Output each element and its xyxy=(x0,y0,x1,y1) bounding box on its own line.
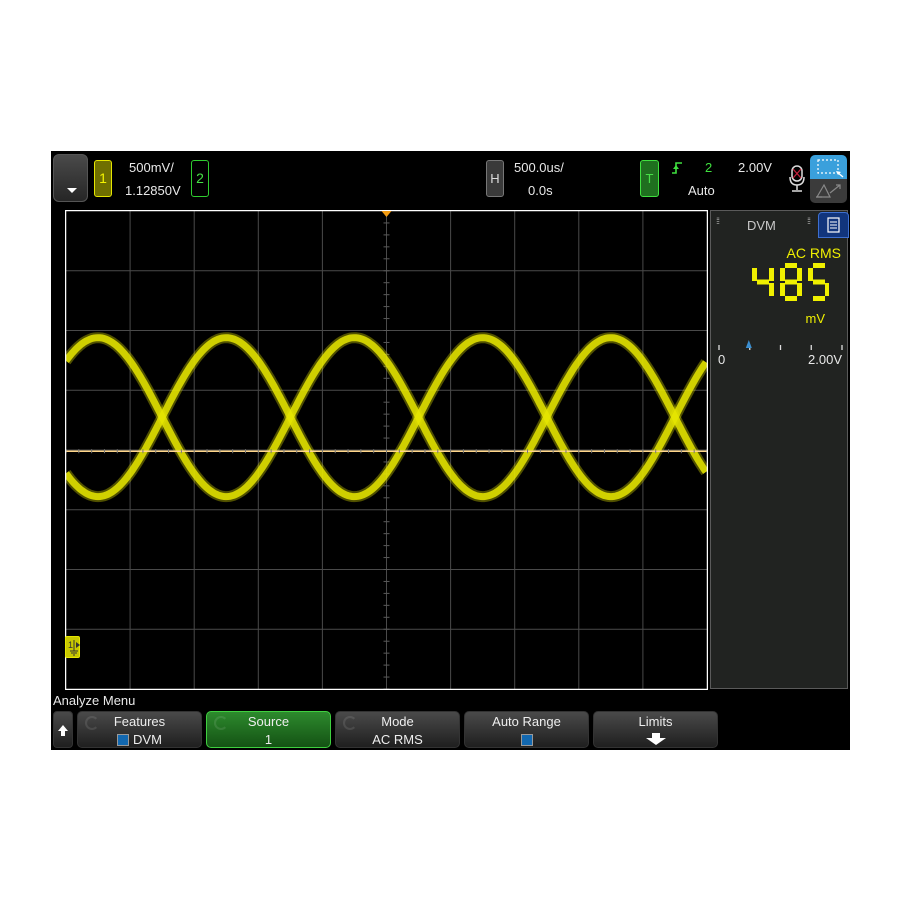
dvm-scale-max: 2.00V xyxy=(808,352,842,367)
drag-handle-icon[interactable]: ⁞⁞ xyxy=(716,217,722,229)
dvm-panel: ⁞⁞ DVM ⁞⁞ AC RMS mV 0 2.00V xyxy=(710,210,848,689)
softkey-label: Auto Range xyxy=(492,714,561,729)
microphone-disabled-icon[interactable] xyxy=(788,165,806,193)
softkey-limits[interactable]: Limits xyxy=(593,711,718,748)
trigger-position-marker xyxy=(381,211,392,217)
gesture-icon xyxy=(815,183,841,198)
softkey-value-text: DVM xyxy=(133,732,162,747)
zoom-box-icon xyxy=(817,159,844,178)
horizontal-scale: 500.0us/ xyxy=(514,160,564,175)
digit-segment xyxy=(808,268,813,281)
digit-segment xyxy=(785,279,797,285)
ground-reference-icon: 1 xyxy=(68,640,80,656)
digit-segment xyxy=(752,268,757,281)
digit-segment xyxy=(785,263,797,268)
digit-segment xyxy=(797,283,802,296)
digit-segment xyxy=(780,283,785,296)
rising-edge-icon xyxy=(672,162,682,174)
waveform-display[interactable]: 1 xyxy=(65,210,708,690)
digit-segment xyxy=(825,283,829,296)
softkey-value xyxy=(594,732,717,749)
softkey-source[interactable]: Source 1 xyxy=(206,711,331,748)
trigger-button[interactable]: T xyxy=(640,160,659,197)
dvm-readout xyxy=(752,263,829,301)
softkey-mode[interactable]: Mode AC RMS xyxy=(335,711,460,748)
chevron-down-icon xyxy=(67,188,77,193)
softkey-label: Mode xyxy=(381,714,414,729)
channel-1-button[interactable]: 1 xyxy=(94,160,112,197)
horizontal-delay: 0.0s xyxy=(528,183,553,198)
touch-mode-toggle[interactable] xyxy=(810,155,847,203)
trigger-level: 2.00V xyxy=(738,160,772,175)
digit-segment xyxy=(780,268,785,281)
softkey-value: 1 xyxy=(264,732,273,747)
softkey-label: Features xyxy=(113,714,166,729)
digit-segment xyxy=(813,263,825,268)
horizontal-button[interactable]: H xyxy=(486,160,504,197)
checkbox-checked[interactable] xyxy=(520,734,533,746)
checkbox-checked[interactable] xyxy=(117,734,130,746)
svg-text:1: 1 xyxy=(68,640,73,650)
arrow-up-icon xyxy=(58,725,68,736)
digit-segment xyxy=(813,279,825,285)
softkey-features[interactable]: Features DVM xyxy=(77,711,202,748)
dvm-unit: mV xyxy=(805,311,826,326)
channel-1-scale: 500mV/ xyxy=(129,160,174,175)
main-menu-button[interactable] xyxy=(53,154,88,202)
dvm-mode: AC RMS xyxy=(786,245,841,261)
softkey-label: Limits xyxy=(638,714,673,729)
gesture-mode[interactable] xyxy=(810,179,847,203)
dvm-value-pointer xyxy=(745,340,752,348)
softkey-label: Source xyxy=(247,714,290,729)
dvm-title: DVM xyxy=(747,218,776,233)
channel-1-ground-marker[interactable]: 1 xyxy=(65,636,80,658)
menu-list-icon xyxy=(827,217,840,233)
softkey-value xyxy=(465,732,588,747)
oscilloscope-screen: 1 500mV/ 1.12850V 2 H 500.0us/ 0.0s T 2 … xyxy=(51,151,850,750)
digit-segment xyxy=(769,283,774,296)
softkey-auto-range[interactable]: Auto Range xyxy=(464,711,589,748)
digit-segment xyxy=(797,268,802,281)
zoom-box-mode[interactable] xyxy=(810,155,847,179)
digit-segment xyxy=(757,279,769,285)
trigger-source: 2 xyxy=(705,160,713,175)
drag-handle-icon[interactable]: ⁞⁞ xyxy=(807,217,813,229)
channel-2-button[interactable]: 2 xyxy=(191,160,209,197)
trigger-mode: Auto xyxy=(688,183,715,198)
graticule xyxy=(65,210,708,690)
dvm-scale-min: 0 xyxy=(718,352,726,367)
digit-segment xyxy=(769,268,774,281)
softkey-value: DVM xyxy=(78,732,201,747)
softkey-value: AC RMS xyxy=(372,732,423,747)
arrow-down-icon xyxy=(645,733,666,745)
menu-title: Analyze Menu xyxy=(53,693,136,708)
digit-segment xyxy=(785,296,797,301)
digit-segment xyxy=(813,296,825,301)
dvm-menu-button[interactable] xyxy=(818,212,849,238)
channel-1-offset: 1.12850V xyxy=(125,183,181,198)
back-button[interactable] xyxy=(53,711,73,748)
